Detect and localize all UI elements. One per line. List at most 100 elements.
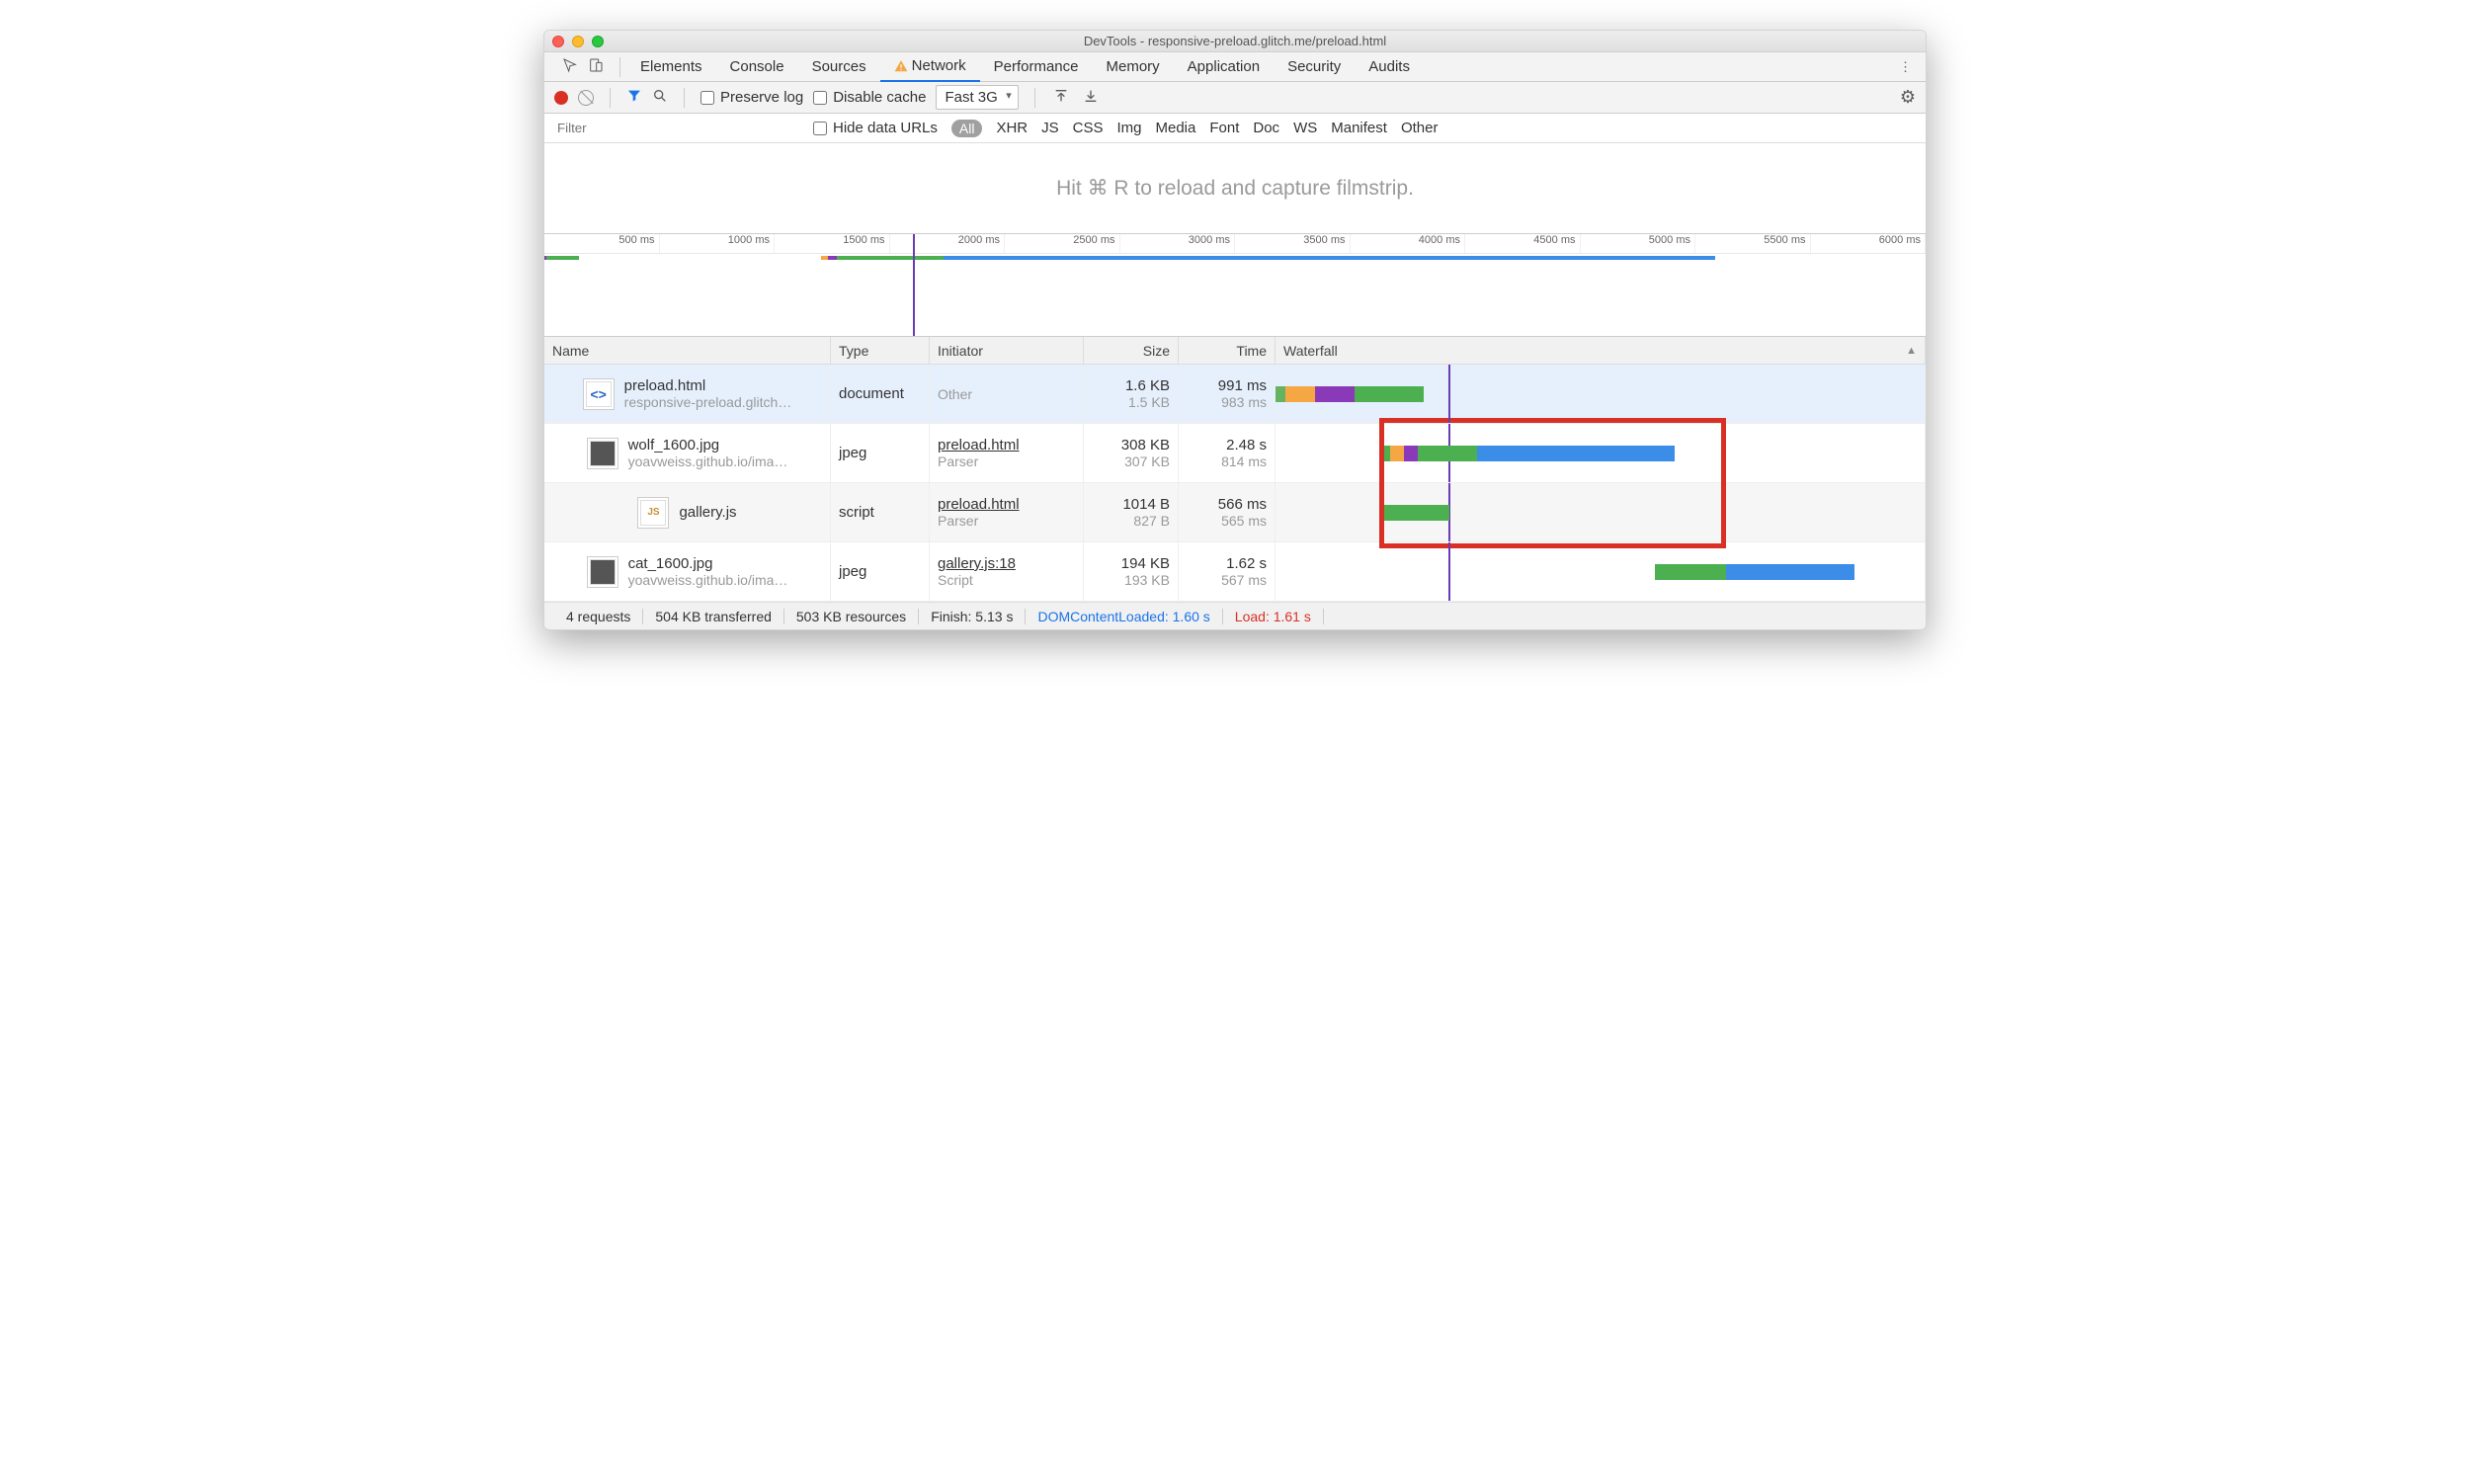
request-time: 566 ms [1218,496,1267,513]
overview-tick: 1500 ms [775,234,890,253]
waterfall-cell [1276,483,1926,541]
filter-type-other[interactable]: Other [1401,120,1439,136]
filter-type-xhr[interactable]: XHR [996,120,1028,136]
request-name: gallery.js [679,504,736,521]
tab-security[interactable]: Security [1274,52,1355,82]
tab-performance[interactable]: Performance [980,52,1093,82]
window-title: DevTools - responsive-preload.glitch.me/… [544,34,1926,48]
filter-type-all[interactable]: All [951,120,983,137]
minimize-window-icon[interactable] [572,36,584,47]
tab-elements[interactable]: Elements [626,52,716,82]
request-type: jpeg [831,424,930,482]
hide-data-urls-checkbox[interactable]: Hide data URLs [813,120,938,136]
waterfall-cell [1276,424,1926,482]
request-size: 1.6 KB [1125,377,1170,394]
waterfall-cell [1276,365,1926,423]
col-type[interactable]: Type [831,337,930,364]
titlebar: DevTools - responsive-preload.glitch.me/… [544,31,1926,52]
request-host: yoavweiss.github.io/ima… [628,453,788,469]
filter-icon[interactable] [626,88,642,107]
col-size[interactable]: Size [1084,337,1179,364]
request-name: wolf_1600.jpg [628,437,788,453]
filter-type-media[interactable]: Media [1156,120,1196,136]
device-toolbar-icon[interactable] [588,57,604,76]
overview-tick: 3000 ms [1120,234,1236,253]
request-host: responsive-preload.glitch… [624,394,792,410]
request-initiator: Other [938,386,1075,402]
waterfall-cell [1276,542,1926,601]
request-initiator[interactable]: gallery.js:18 [938,555,1075,572]
request-type: script [831,483,930,541]
footer-resources: 503 KB resources [784,609,919,624]
table-row[interactable]: cat_1600.jpgyoavweiss.github.io/ima…jpeg… [544,542,1926,602]
devtools-window: DevTools - responsive-preload.glitch.me/… [543,30,1927,630]
filter-type-manifest[interactable]: Manifest [1331,120,1387,136]
filter-input[interactable] [552,118,799,139]
zoom-window-icon[interactable] [592,36,604,47]
import-har-icon[interactable] [1051,88,1071,107]
request-initiator[interactable]: preload.html [938,437,1075,453]
settings-icon[interactable]: ⚙ [1900,87,1916,108]
request-name: preload.html [624,377,792,394]
overview-tick: 2000 ms [890,234,1006,253]
tab-sources[interactable]: Sources [798,52,880,82]
filmstrip-hint: Hit ⌘ R to reload and capture filmstrip. [1056,176,1414,201]
sort-asc-icon: ▲ [1906,345,1917,357]
request-time: 991 ms [1218,377,1267,394]
throttling-select[interactable]: Fast 3G [936,85,1018,110]
filter-type-doc[interactable]: Doc [1253,120,1279,136]
footer-finish: Finish: 5.13 s [919,609,1026,624]
footer-transferred: 504 KB transferred [643,609,784,624]
request-size: 194 KB [1121,555,1170,572]
inspect-tools [552,57,614,76]
filter-type-font[interactable]: Font [1209,120,1239,136]
record-button[interactable] [554,91,568,105]
table-row[interactable]: JSgallery.jsscriptpreload.htmlParser1014… [544,483,1926,542]
footer-load: Load: 1.61 s [1223,609,1324,624]
col-name[interactable]: Name [544,337,831,364]
tab-network[interactable]: Network [880,52,980,82]
search-icon[interactable] [652,88,668,107]
select-element-icon[interactable] [562,57,578,76]
filter-type-img[interactable]: Img [1116,120,1141,136]
overflow-menu-icon[interactable]: ⋮ [1899,59,1918,75]
filter-bar: Hide data URLs All XHR JS CSS Img Media Font Do… [544,114,1926,143]
overview-tick: 4000 ms [1351,234,1466,253]
col-time[interactable]: Time [1179,337,1276,364]
traffic-lights [552,36,604,47]
overview-tick: 1000 ms [660,234,776,253]
overview-tick: 5000 ms [1581,234,1696,253]
overview-tick: 500 ms [544,234,660,253]
clear-button[interactable] [578,90,594,106]
overview-tick: 4500 ms [1465,234,1581,253]
tab-application[interactable]: Application [1174,52,1274,82]
request-time: 2.48 s [1226,437,1267,453]
col-waterfall[interactable]: Waterfall▲ [1276,337,1926,364]
overview-tick: 5500 ms [1695,234,1811,253]
disable-cache-checkbox[interactable]: Disable cache [813,89,926,106]
status-footer: 4 requests 504 KB transferred 503 KB res… [544,602,1926,629]
close-window-icon[interactable] [552,36,564,47]
overview-timeline[interactable]: 500 ms1000 ms1500 ms2000 ms2500 ms3000 m… [544,234,1926,337]
overview-tick: 3500 ms [1235,234,1351,253]
request-initiator[interactable]: preload.html [938,496,1075,513]
table-row[interactable]: wolf_1600.jpgyoavweiss.github.io/ima… jpe… [544,424,1926,483]
network-table-header: Name Type Initiator Size Time Waterfall▲ [544,337,1926,365]
tab-memory[interactable]: Memory [1093,52,1174,82]
preserve-log-checkbox[interactable]: Preserve log [700,89,803,106]
export-har-icon[interactable] [1081,88,1101,107]
request-host: yoavweiss.github.io/ima… [628,572,788,588]
col-initiator[interactable]: Initiator [930,337,1084,364]
request-type: jpeg [831,542,930,601]
disable-cache-label: Disable cache [833,89,926,106]
divider [619,57,620,77]
footer-requests: 4 requests [554,609,643,624]
table-row[interactable]: <>preload.htmlresponsive-preload.glitch…… [544,365,1926,424]
dcl-marker [913,234,915,336]
network-toolbar: Preserve log Disable cache Fast 3G ⚙ [544,82,1926,114]
tab-audits[interactable]: Audits [1355,52,1424,82]
filter-type-css[interactable]: CSS [1073,120,1104,136]
filter-type-js[interactable]: JS [1041,120,1059,136]
tab-console[interactable]: Console [716,52,798,82]
filter-type-ws[interactable]: WS [1293,120,1317,136]
